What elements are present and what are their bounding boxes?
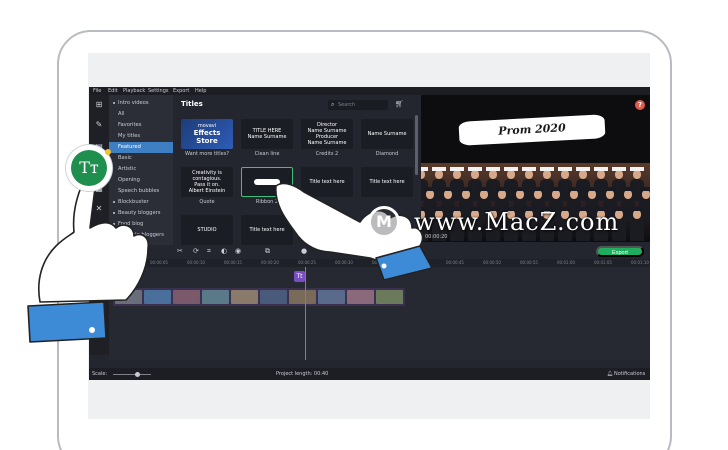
notification-dot [105, 149, 111, 155]
watermark-text: www.MacZ.com [414, 208, 620, 236]
illustration-stage: File Edit Playback Settings Export Help … [0, 0, 728, 450]
titles-icon: Tт [71, 150, 107, 186]
left-hand [27, 170, 150, 343]
titles-button-badge[interactable]: Tт [66, 145, 112, 191]
right-hand [275, 182, 433, 281]
watermark-logo: M [368, 206, 400, 238]
